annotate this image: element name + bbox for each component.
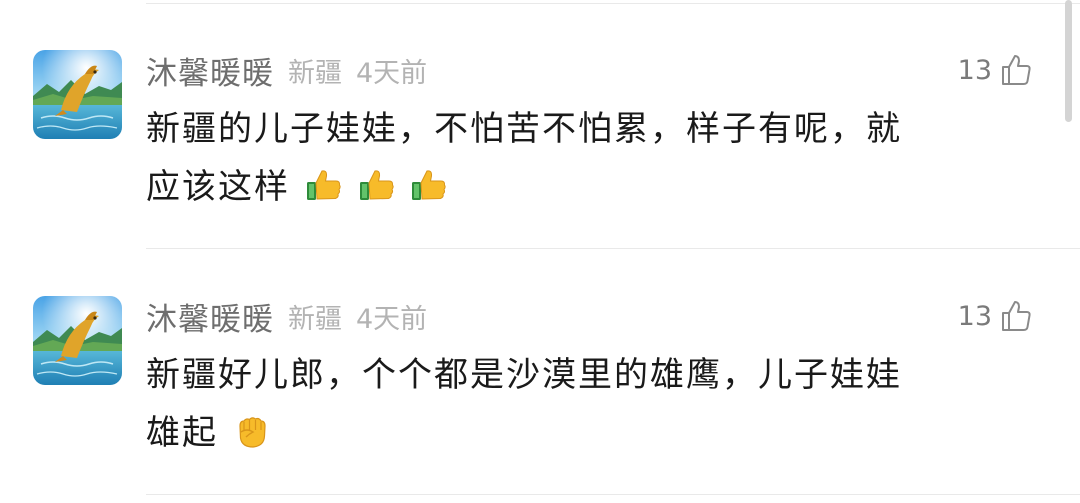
thumbs-up-icon (358, 164, 396, 202)
comment-line-last: 雄起 (146, 404, 1016, 462)
timestamp: 4天前 (356, 303, 428, 335)
like-button[interactable]: 13 (958, 50, 1032, 90)
avatar-image (33, 50, 122, 139)
divider (146, 494, 1080, 495)
username[interactable]: 沐馨暖暖 (146, 48, 274, 93)
comment-text: 新疆的儿子娃娃，不怕苦不怕累，样子有呢，就 应该这样 (146, 100, 1016, 216)
username[interactable]: 沐馨暖暖 (146, 294, 274, 339)
avatar[interactable] (33, 296, 122, 385)
comment-line: 新疆好儿郎，个个都是沙漠里的雄鹰，儿子娃娃 (146, 355, 902, 395)
thumbs-up-outline-icon[interactable] (1000, 299, 1032, 333)
thumbs-up-icon (410, 164, 448, 202)
location-label: 新疆 (288, 303, 342, 335)
comment-meta: 沐馨暖暖 新疆 4天前 (146, 294, 428, 339)
raised-fist-icon (233, 410, 271, 448)
like-count: 13 (957, 54, 992, 86)
like-count: 13 (957, 300, 992, 332)
comment-line: 新疆的儿子娃娃，不怕苦不怕累，样子有呢，就 (146, 109, 902, 149)
divider (146, 248, 1080, 249)
comment-meta: 沐馨暖暖 新疆 4天前 (146, 48, 428, 93)
scrollbar[interactable] (1065, 0, 1072, 122)
comment-line: 雄起 (146, 413, 218, 453)
like-button[interactable]: 13 (958, 296, 1032, 336)
thumbs-up-outline-icon[interactable] (1000, 53, 1032, 87)
location-label: 新疆 (288, 57, 342, 89)
timestamp: 4天前 (356, 57, 428, 89)
thumbs-up-icon (305, 164, 343, 202)
avatar[interactable] (33, 50, 122, 139)
divider (146, 3, 1080, 4)
comment-list: 沐馨暖暖 新疆 4天前 13 新疆的儿子娃娃，不怕苦不怕累，样子有呢，就 应该这… (0, 0, 1080, 503)
comment-line-last: 应该这样 (146, 158, 1016, 216)
avatar-image (33, 296, 122, 385)
comment-text: 新疆好儿郎，个个都是沙漠里的雄鹰，儿子娃娃 雄起 (146, 346, 1016, 462)
comment-line: 应该这样 (146, 167, 290, 207)
